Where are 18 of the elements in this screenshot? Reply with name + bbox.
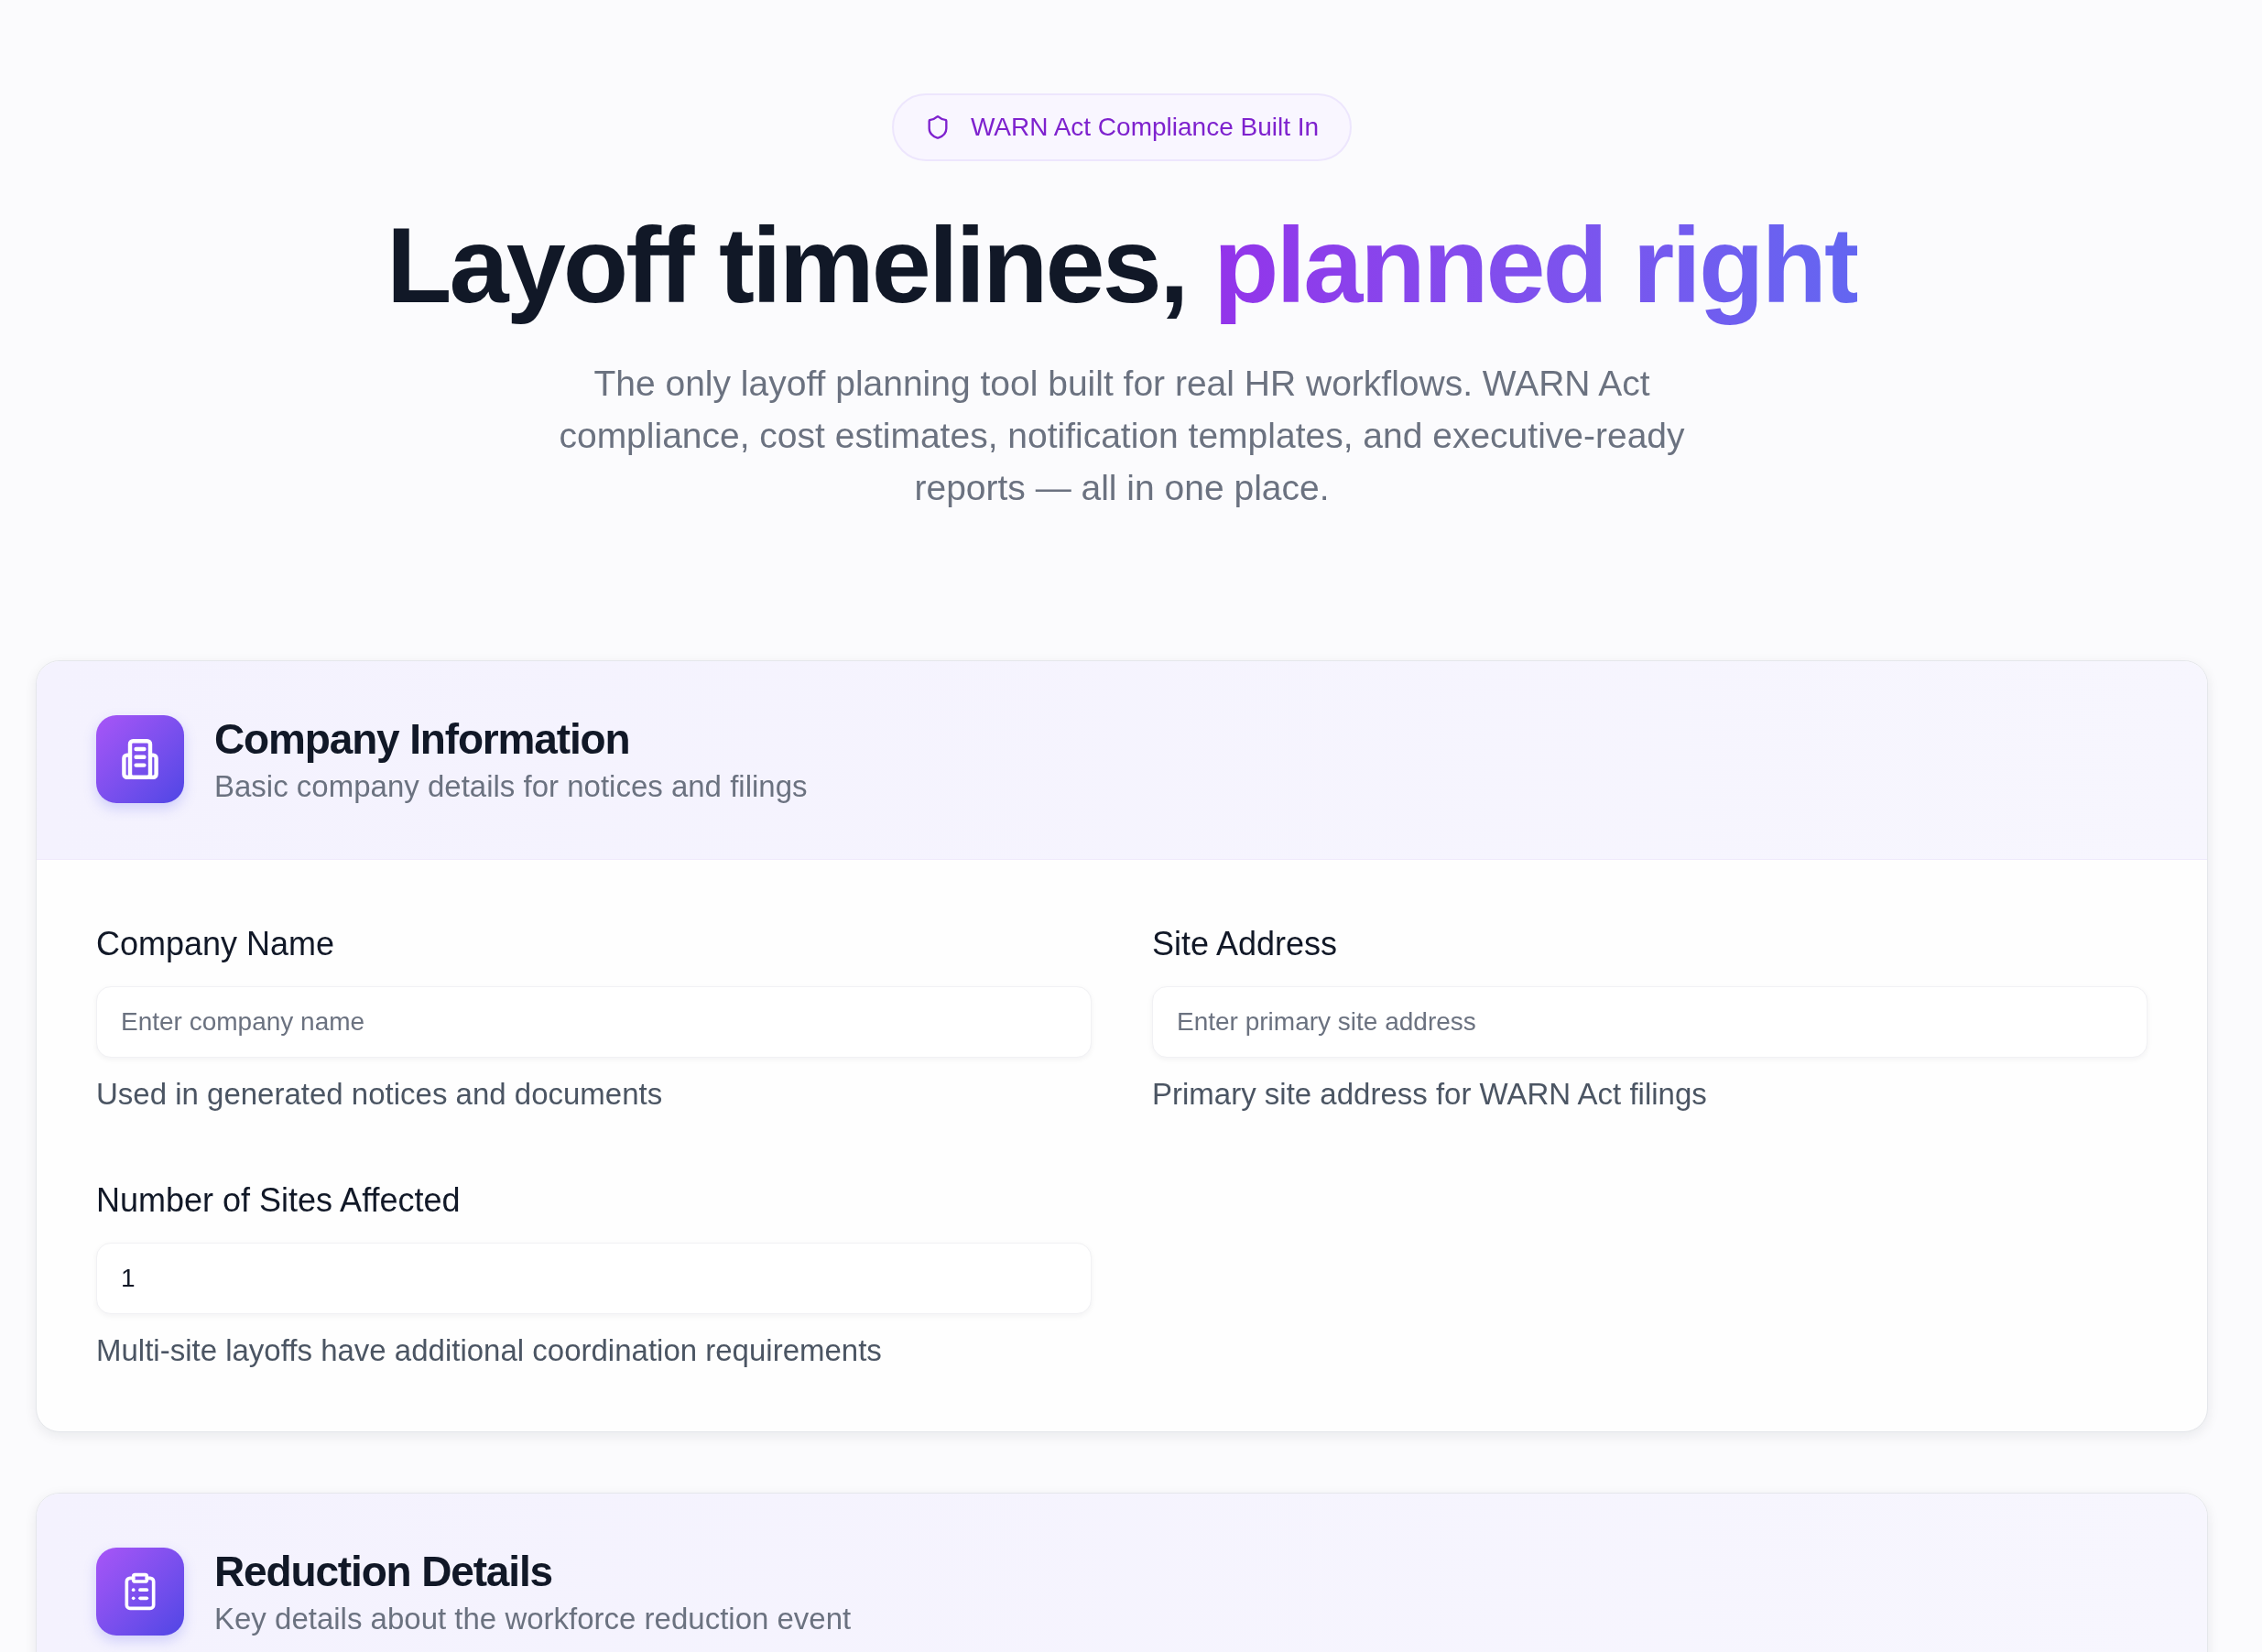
- field-label: Company Name: [96, 926, 336, 962]
- help-text: Multi-site layoffs have additional coordination requirements: [96, 1332, 883, 1369]
- input-field[interactable]: Enter company name: [96, 986, 1092, 1058]
- hero-description: The only layoff planning tool built for real HR workflows. WARN Act compliance, cost estimates, notification templates, and executive-ready reports — all in one place.: [558, 363, 1686, 509]
- help-text: Used in generated notices and documents: [96, 1076, 664, 1113]
- section-subtitle: Basic company details for notices and filings: [214, 768, 808, 805]
- input-field[interactable]: 1: [96, 1243, 1092, 1314]
- field-label: Site Address: [1152, 926, 1339, 962]
- headline: Layoff timelines, planned right: [386, 204, 1857, 327]
- section-title: Company Information: [214, 714, 631, 765]
- field-label: Number of Sites Affected: [96, 1182, 462, 1219]
- badge-label: WARN Act Compliance Built In: [970, 112, 1320, 143]
- building-icon: [96, 715, 184, 803]
- section-title: Reduction Details: [214, 1547, 553, 1597]
- section-subtitle: Key details about the workforce reduction event: [214, 1601, 852, 1637]
- help-text: Primary site address for WARN Act filings: [1152, 1076, 1708, 1113]
- clipboard-list-icon: [96, 1548, 184, 1636]
- input-field[interactable]: Enter primary site address: [1152, 986, 2148, 1058]
